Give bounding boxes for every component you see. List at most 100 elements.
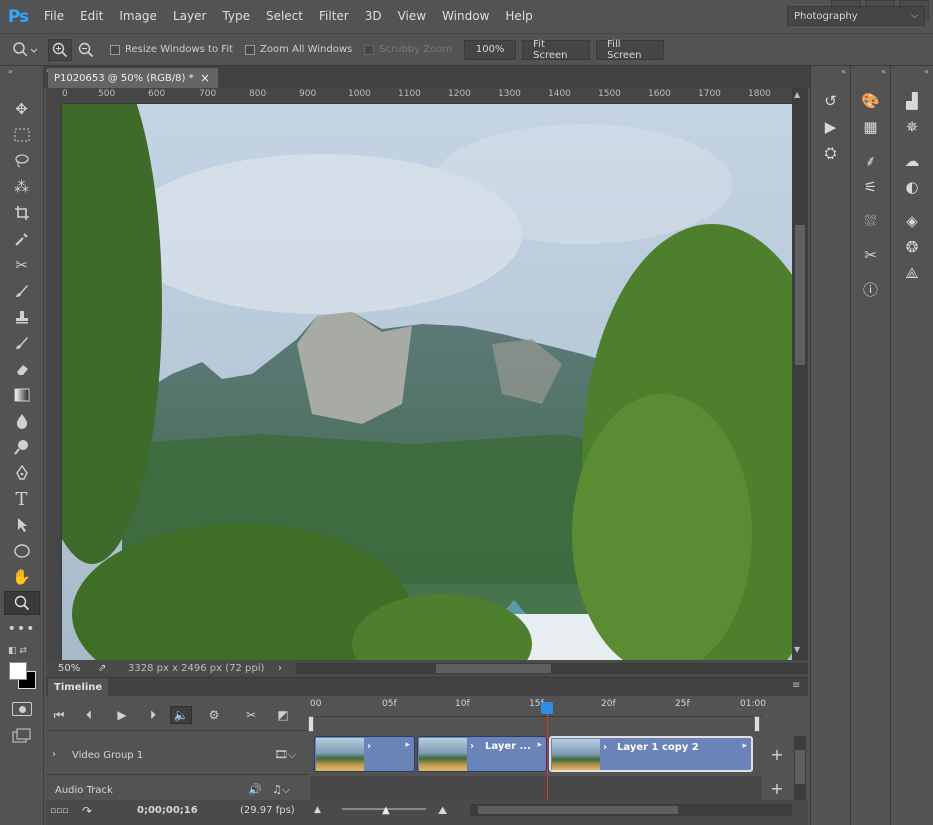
menu-image[interactable]: Image xyxy=(111,0,165,33)
first-frame-icon[interactable]: ⏮ xyxy=(48,706,70,724)
collapse-icon[interactable]: « xyxy=(891,66,933,78)
vertical-scroll-thumb[interactable] xyxy=(795,225,805,365)
video-clip-3[interactable]: › Layer 1 copy 2 ▸ xyxy=(549,736,753,772)
tool-presets-icon[interactable]: ✂ xyxy=(853,242,889,268)
color-palette-icon[interactable]: 🎨 xyxy=(853,88,889,114)
horizontal-scroll-thumb[interactable] xyxy=(436,664,551,673)
collapse-icon[interactable]: « xyxy=(851,66,890,78)
brushes-icon[interactable]: ⸙ xyxy=(853,148,889,174)
playhead-handle[interactable] xyxy=(541,702,553,714)
hand-tool-icon[interactable]: ✋ xyxy=(4,565,40,589)
history-brush-tool-icon[interactable] xyxy=(4,331,40,355)
marquee-tool-icon[interactable] xyxy=(4,123,40,147)
speaker-icon[interactable]: 🔊 xyxy=(248,783,262,796)
paths-icon[interactable]: ⟁ xyxy=(894,260,930,286)
share-icon[interactable]: ⇗ xyxy=(98,663,128,674)
layers-icon[interactable]: ◈ xyxy=(894,208,930,234)
actions-play-icon[interactable]: ▶ xyxy=(813,114,849,140)
info-icon[interactable]: ⓘ xyxy=(853,276,889,302)
video-clip-1[interactable]: › ▸ xyxy=(314,736,415,772)
music-note-icon[interactable]: ♫⌵ xyxy=(272,783,290,797)
scroll-up-icon[interactable]: ▲ xyxy=(794,90,800,99)
menu-help[interactable]: Help xyxy=(497,0,540,33)
clip-menu-icon[interactable]: ▸ xyxy=(405,740,410,750)
ruler-origin[interactable] xyxy=(46,88,62,104)
ellipse-tool-icon[interactable] xyxy=(4,539,40,563)
adjustments-icon[interactable]: ◐ xyxy=(894,174,930,200)
menu-filter[interactable]: Filter xyxy=(311,0,357,33)
zoom-in-icon[interactable] xyxy=(48,38,72,61)
zoom-out-icon[interactable] xyxy=(74,39,98,61)
fit-screen-button[interactable]: Fit Screen xyxy=(522,39,591,61)
channels-icon[interactable]: ❂ xyxy=(894,234,930,260)
edit-toolbar-icon[interactable]: ••• xyxy=(4,617,40,641)
audio-mute-icon[interactable]: 🔈 xyxy=(170,706,192,724)
zoom-out-mountain-icon[interactable]: ▲ xyxy=(314,805,321,815)
play-icon[interactable]: ▶ xyxy=(111,706,133,724)
transition-icon[interactable]: ◩ xyxy=(272,706,294,724)
document-tab[interactable]: P1020653 @ 50% (RGB/8) * × xyxy=(48,68,218,88)
menu-select[interactable]: Select xyxy=(258,0,311,33)
scroll-down-icon[interactable]: ▼ xyxy=(794,645,800,654)
work-area-start-handle[interactable] xyxy=(308,716,314,732)
vertical-ruler[interactable] xyxy=(46,104,62,660)
menu-file[interactable]: File xyxy=(36,0,72,33)
quick-selection-tool-icon[interactable]: ⁂ xyxy=(4,175,40,199)
path-selection-tool-icon[interactable] xyxy=(4,513,40,537)
horizontal-ruler[interactable]: 0 500 600 700 800 900 1000 1100 1200 130… xyxy=(62,88,792,104)
resize-windows-checkbox[interactable]: Resize Windows to Fit xyxy=(110,44,233,55)
dodge-tool-icon[interactable] xyxy=(4,435,40,459)
timeline-vertical-scrollbar[interactable] xyxy=(794,736,806,800)
lasso-tool-icon[interactable] xyxy=(4,149,40,173)
menu-window[interactable]: Window xyxy=(434,0,497,33)
fill-screen-button[interactable]: Fill Screen xyxy=(596,39,665,61)
vertical-scrollbar[interactable] xyxy=(792,88,808,660)
split-scissors-icon[interactable]: ✂ xyxy=(240,706,262,724)
add-audio-button[interactable]: + xyxy=(764,778,790,798)
quick-mask-icon[interactable] xyxy=(12,702,32,716)
navigator-icon[interactable]: ✵ xyxy=(894,114,930,140)
previous-frame-icon[interactable]: ⏴ xyxy=(78,706,100,724)
panel-menu-icon[interactable]: ≡ xyxy=(792,680,800,691)
timeline-scroll-thumb[interactable] xyxy=(478,806,678,814)
timeline-scrollbar[interactable] xyxy=(470,804,792,816)
eraser-tool-icon[interactable] xyxy=(4,357,40,381)
add-media-button[interactable]: + xyxy=(764,744,790,764)
screen-mode-icon[interactable] xyxy=(12,728,32,744)
video-clip-2[interactable]: › Layer ... ▸ xyxy=(417,736,547,772)
document-canvas[interactable] xyxy=(62,104,792,660)
crop-tool-icon[interactable] xyxy=(4,201,40,225)
time-ruler[interactable]: 00 05f 10f 15f 20f 25f 01:00 xyxy=(310,697,766,717)
close-tab-icon[interactable]: × xyxy=(200,71,210,85)
clip-menu-icon[interactable]: ▸ xyxy=(537,740,542,750)
brush-tool-icon[interactable] xyxy=(4,279,40,303)
audio-track-lane[interactable] xyxy=(310,776,762,800)
type-tool-icon[interactable]: T xyxy=(4,487,40,511)
gradient-tool-icon[interactable] xyxy=(4,383,40,407)
zoom-slider-thumb[interactable]: ▲ xyxy=(382,805,390,816)
workspace-select[interactable]: Photography ⌵ xyxy=(787,6,925,26)
render-icon[interactable]: ▫▫▫ xyxy=(50,806,68,816)
menu-view[interactable]: View xyxy=(390,0,434,33)
foreground-color-swatch[interactable] xyxy=(9,662,27,680)
film-strip-icon[interactable]: 🎞⌵ xyxy=(274,748,296,762)
zoom-all-windows-checkbox[interactable]: Zoom All Windows xyxy=(244,44,352,55)
timeline-vertical-thumb[interactable] xyxy=(795,750,805,784)
libraries-cloud-icon[interactable]: ☁ xyxy=(894,148,930,174)
next-frame-icon[interactable]: ⏵ xyxy=(142,706,164,724)
expand-chevron-icon[interactable]: › xyxy=(52,749,56,760)
pen-tool-icon[interactable] xyxy=(4,461,40,485)
zoom-100-button[interactable]: 100% xyxy=(464,39,517,60)
healing-brush-tool-icon[interactable]: ✂ xyxy=(4,253,40,277)
history-icon[interactable]: ↺ xyxy=(813,88,849,114)
work-area-end-handle[interactable] xyxy=(754,716,760,732)
convert-arrow-icon[interactable]: ↷ xyxy=(82,804,92,818)
zoom-tool-preset-icon[interactable] xyxy=(8,41,42,58)
settings-gear-icon[interactable]: ⚙ xyxy=(203,706,225,724)
menu-3d[interactable]: 3D xyxy=(357,0,390,33)
zoom-in-mountain-icon[interactable]: ⛰ xyxy=(438,804,447,818)
clone-source-icon[interactable]: ⛆ xyxy=(853,208,889,234)
histogram-icon[interactable]: ▟ xyxy=(894,88,930,114)
collapse-icon[interactable]: « xyxy=(811,66,850,78)
eyedropper-tool-icon[interactable] xyxy=(4,227,40,251)
